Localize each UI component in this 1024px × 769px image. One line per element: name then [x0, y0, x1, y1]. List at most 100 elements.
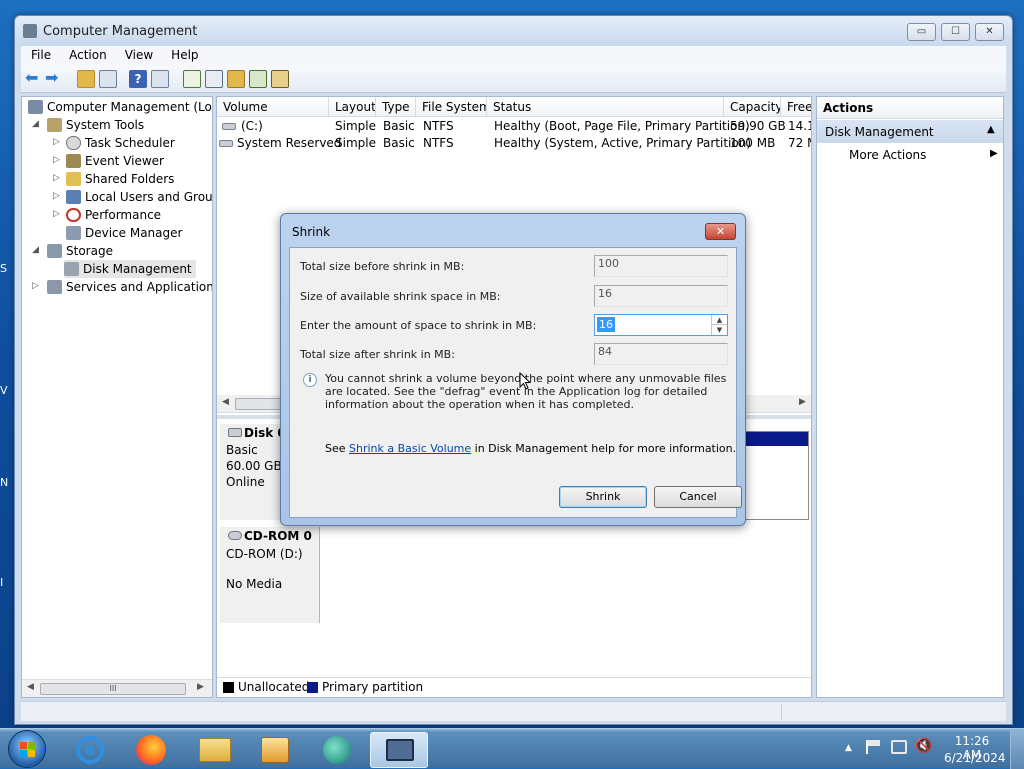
collapsed-triangle-icon[interactable]: ▷ [53, 137, 60, 147]
collapse-up-icon[interactable]: ▲ [987, 124, 995, 135]
help-icon[interactable]: ? [129, 70, 147, 88]
cancel-button[interactable]: Cancel [654, 486, 742, 508]
stepper-down-icon[interactable]: ▼ [711, 325, 727, 335]
taskbar-media-player[interactable] [248, 732, 302, 768]
table-row[interactable]: System Reserved Simple Basic NTFS Health… [217, 135, 811, 152]
column-file-system[interactable]: File System [416, 97, 487, 117]
disk-type: Basic [226, 443, 258, 457]
menu-help[interactable]: Help [161, 46, 206, 62]
app-icon [323, 736, 351, 764]
collapsed-triangle-icon[interactable]: ▷ [53, 191, 60, 201]
taskbar-app[interactable] [310, 732, 364, 768]
legend-primary-swatch [307, 682, 318, 693]
properties-icon[interactable] [205, 70, 223, 88]
cdrom-label[interactable]: CD-ROM 0 CD-ROM (D:) No Media [220, 527, 320, 623]
tree-item-local-users[interactable]: Local Users and Groups [66, 188, 212, 206]
show-desktop-button[interactable] [1010, 729, 1024, 769]
tree-horizontal-scrollbar[interactable]: ◀ III ▶ [22, 679, 212, 697]
title-bar[interactable]: Computer Management ▭ ☐ ✕ [15, 16, 1012, 46]
clock-date[interactable]: 6/21/2024 [944, 751, 1006, 765]
expand-triangle-icon[interactable]: ◢ [32, 119, 39, 129]
total-after-field: 84 [594, 343, 728, 365]
mouse-cursor-icon [519, 372, 531, 390]
tree-item-shared-folders[interactable]: Shared Folders [66, 170, 174, 188]
tree-item-event-viewer[interactable]: Event Viewer [66, 152, 164, 170]
expand-triangle-icon[interactable]: ◢ [32, 245, 39, 255]
scrollbar-thumb[interactable]: III [40, 683, 186, 695]
taskbar-explorer[interactable] [187, 732, 241, 768]
table-row[interactable]: (C:) Simple Basic NTFS Healthy (Boot, Pa… [217, 118, 811, 135]
windows-logo-piece [28, 742, 35, 749]
tree-item-performance[interactable]: Performance [66, 206, 161, 224]
start-button[interactable] [8, 730, 46, 768]
shared-folder-icon [66, 172, 81, 186]
close-button[interactable]: ✕ [975, 23, 1004, 41]
speaker-muted-icon[interactable]: 🔇 [915, 738, 932, 754]
shrink-dialog: Shrink ✕ Total size before shrink in MB:… [280, 213, 746, 526]
collapsed-triangle-icon[interactable]: ▷ [53, 155, 60, 165]
tree-item-system-tools[interactable]: System Tools [47, 116, 144, 134]
status-bar [21, 701, 1006, 721]
actions-section-label: Disk Management [825, 125, 934, 139]
forward-arrow-icon[interactable]: ➡ [45, 70, 63, 88]
column-layout[interactable]: Layout [329, 97, 376, 117]
up-folder-icon[interactable] [77, 70, 95, 88]
tree-item-services[interactable]: Services and Applications [47, 278, 212, 296]
show-hidden-icons[interactable]: ▲ [845, 743, 852, 753]
shrink-button[interactable]: Shrink [559, 486, 647, 508]
tree-item-storage[interactable]: Storage [47, 242, 113, 260]
column-type[interactable]: Type [376, 97, 416, 117]
search-disk-icon[interactable] [249, 70, 267, 88]
total-before-field: 100 [594, 255, 728, 277]
menu-file[interactable]: File [21, 46, 59, 62]
menu-view[interactable]: View [115, 46, 161, 62]
disk-management-icon [64, 262, 79, 276]
actions-section-disk-management[interactable]: Disk Management ▲ [817, 120, 1003, 143]
taskbar-computer-management[interactable] [370, 732, 428, 768]
disk-settings-icon[interactable] [271, 70, 289, 88]
action-center-flag-icon[interactable] [866, 740, 880, 754]
clock-icon [66, 136, 81, 150]
scroll-left-icon[interactable]: ◀ [27, 682, 34, 692]
maximize-button[interactable]: ☐ [941, 23, 970, 41]
refresh-icon[interactable] [183, 70, 201, 88]
taskbar-internet-explorer[interactable]: e [63, 732, 117, 768]
more-actions-item[interactable]: More Actions ▶ [817, 145, 1003, 165]
show-hide-console-tree-icon[interactable] [99, 70, 117, 88]
disk-size: 60.00 GB [226, 459, 282, 473]
desktop-icon-label-fragment: S [0, 262, 7, 275]
dialog-body: Total size before shrink in MB: 100 Size… [289, 247, 737, 518]
scroll-right-icon[interactable]: ▶ [197, 682, 204, 692]
tree-item-device-manager[interactable]: Device Manager [66, 224, 182, 242]
collapsed-triangle-icon[interactable]: ▷ [53, 209, 60, 219]
taskbar-firefox[interactable] [124, 732, 178, 768]
internet-explorer-icon: e [76, 736, 104, 764]
scroll-left-icon[interactable]: ◀ [222, 397, 229, 407]
shrink-amount-stepper[interactable]: 16 ▲ ▼ [594, 314, 728, 336]
open-folder-icon[interactable] [227, 70, 245, 88]
collapsed-triangle-icon[interactable]: ▷ [32, 281, 39, 291]
tree-item-disk-management[interactable]: Disk Management [64, 260, 196, 278]
shrink-amount-input[interactable]: 16 [597, 317, 615, 332]
collapsed-triangle-icon[interactable]: ▷ [53, 173, 60, 183]
menu-action[interactable]: Action [59, 46, 115, 62]
partition-block[interactable] [745, 431, 809, 520]
column-free[interactable]: Free [781, 97, 811, 117]
stepper-up-icon[interactable]: ▲ [711, 315, 727, 325]
back-arrow-icon[interactable]: ⬅ [25, 70, 43, 88]
tree-item-root[interactable]: Computer Management (Local [28, 98, 212, 116]
column-volume[interactable]: Volume [217, 97, 329, 117]
tree-item-task-scheduler[interactable]: Task Scheduler [66, 134, 175, 152]
help-prefix: See [325, 442, 350, 455]
shrink-help-link[interactable]: Shrink a Basic Volume [349, 442, 471, 455]
volume-name: (C:) [241, 119, 263, 133]
column-status[interactable]: Status [487, 97, 724, 117]
scroll-right-icon[interactable]: ▶ [799, 397, 806, 407]
dialog-close-button[interactable]: ✕ [705, 223, 736, 240]
column-capacity[interactable]: Capacity [724, 97, 781, 117]
network-icon[interactable] [891, 740, 907, 754]
actions-header: Actions [817, 97, 1003, 119]
legend-primary-label: Primary partition [322, 680, 424, 694]
minimize-button[interactable]: ▭ [907, 23, 936, 41]
show-hide-action-pane-icon[interactable] [151, 70, 169, 88]
